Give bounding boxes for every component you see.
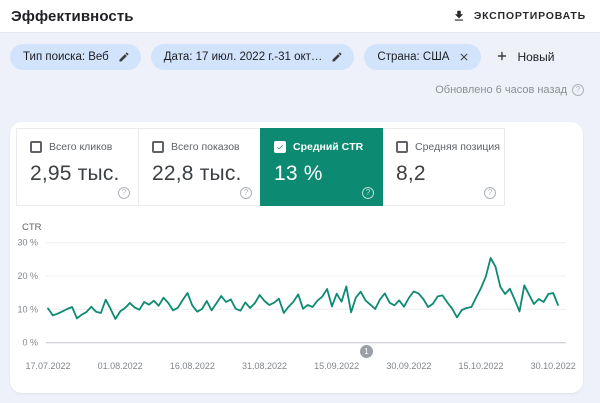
metric-value: 2,95 тыс. (30, 162, 138, 186)
svg-text:15.09.2022: 15.09.2022 (314, 361, 359, 371)
metric-card-total-impressions[interactable]: Всего показов 22,8 тыс. ? (138, 128, 261, 206)
new-filter-label: Новый (517, 50, 554, 64)
metric-label: Всего кликов (49, 141, 112, 153)
svg-text:20 %: 20 % (17, 271, 38, 281)
svg-text:17.07.2022: 17.07.2022 (25, 361, 70, 371)
svg-text:31.08.2022: 31.08.2022 (242, 361, 287, 371)
performance-panel: Всего кликов 2,95 тыс. ? Всего показов 2… (10, 122, 583, 393)
metric-label: Всего показов (171, 141, 240, 153)
checkbox-unchecked-icon[interactable] (30, 141, 42, 153)
help-icon[interactable]: ? (118, 187, 130, 199)
metric-label: Средний CTR (293, 141, 363, 153)
checkbox-unchecked-icon[interactable] (152, 141, 164, 153)
metric-card-total-clicks[interactable]: Всего кликов 2,95 тыс. ? (16, 128, 139, 206)
help-icon[interactable]: ? (572, 84, 584, 96)
filter-bar: Тип поиска: Веб Дата: 17 июл. 2022 г.-31… (10, 44, 558, 70)
top-bar: Эффективность Экспортировать (0, 0, 600, 33)
edit-pencil-icon[interactable] (328, 48, 346, 66)
edit-pencil-icon[interactable] (115, 48, 133, 66)
last-updated-status: Обновлено 6 часов назад ? (435, 84, 584, 96)
metric-value: 13 % (274, 162, 382, 186)
checkbox-unchecked-icon[interactable] (396, 141, 408, 153)
metric-cards-row: Всего кликов 2,95 тыс. ? Всего показов 2… (16, 128, 505, 206)
metric-label: Средняя позиция (415, 141, 500, 153)
ctr-line-chart[interactable]: 30 % 20 % 10 % 0 % CTR 17.07.2022 01.08.2022 16… (10, 217, 583, 377)
svg-text:16.08.2022: 16.08.2022 (170, 361, 215, 371)
filter-chip-search-type-label: Тип поиска: Веб (23, 51, 109, 63)
metric-card-average-ctr[interactable]: Средний CTR 13 % ? (260, 128, 383, 206)
help-icon[interactable]: ? (484, 187, 496, 199)
download-icon (452, 9, 466, 23)
filter-chip-date-range[interactable]: Дата: 17 июл. 2022 г.-31 окт… (151, 44, 355, 70)
help-icon[interactable]: ? (240, 187, 252, 199)
svg-text:30.10.2022: 30.10.2022 (531, 361, 576, 371)
checkbox-checked-icon[interactable] (274, 141, 286, 153)
filter-chip-country-label: Страна: США (377, 51, 449, 63)
export-button-label: Экспортировать (474, 10, 586, 22)
remove-filter-icon[interactable] (455, 48, 473, 66)
plus-icon (495, 49, 509, 66)
metric-value: 8,2 (396, 162, 504, 186)
svg-text:15.10.2022: 15.10.2022 (458, 361, 503, 371)
svg-text:0 %: 0 % (22, 338, 38, 348)
page-title: Эффективность (11, 8, 134, 25)
last-updated-text: Обновлено 6 часов назад (435, 84, 567, 96)
export-button[interactable]: Экспортировать (452, 9, 586, 23)
metric-value: 22,8 тыс. (152, 162, 260, 186)
new-filter-button[interactable]: Новый (491, 49, 558, 66)
svg-text:30.09.2022: 30.09.2022 (386, 361, 431, 371)
help-icon[interactable]: ? (362, 187, 374, 199)
filter-chip-search-type[interactable]: Тип поиска: Веб (10, 44, 141, 70)
filter-chip-country[interactable]: Страна: США (364, 44, 481, 70)
svg-text:10 %: 10 % (17, 304, 38, 314)
chart-pagination-indicator[interactable]: 1 (360, 345, 373, 358)
svg-text:CTR: CTR (22, 222, 42, 233)
filter-chip-date-range-label: Дата: 17 июл. 2022 г.-31 окт… (164, 51, 323, 63)
svg-text:01.08.2022: 01.08.2022 (98, 361, 143, 371)
metric-card-average-position[interactable]: Средняя позиция 8,2 ? (382, 128, 505, 206)
svg-text:30 %: 30 % (17, 238, 38, 248)
